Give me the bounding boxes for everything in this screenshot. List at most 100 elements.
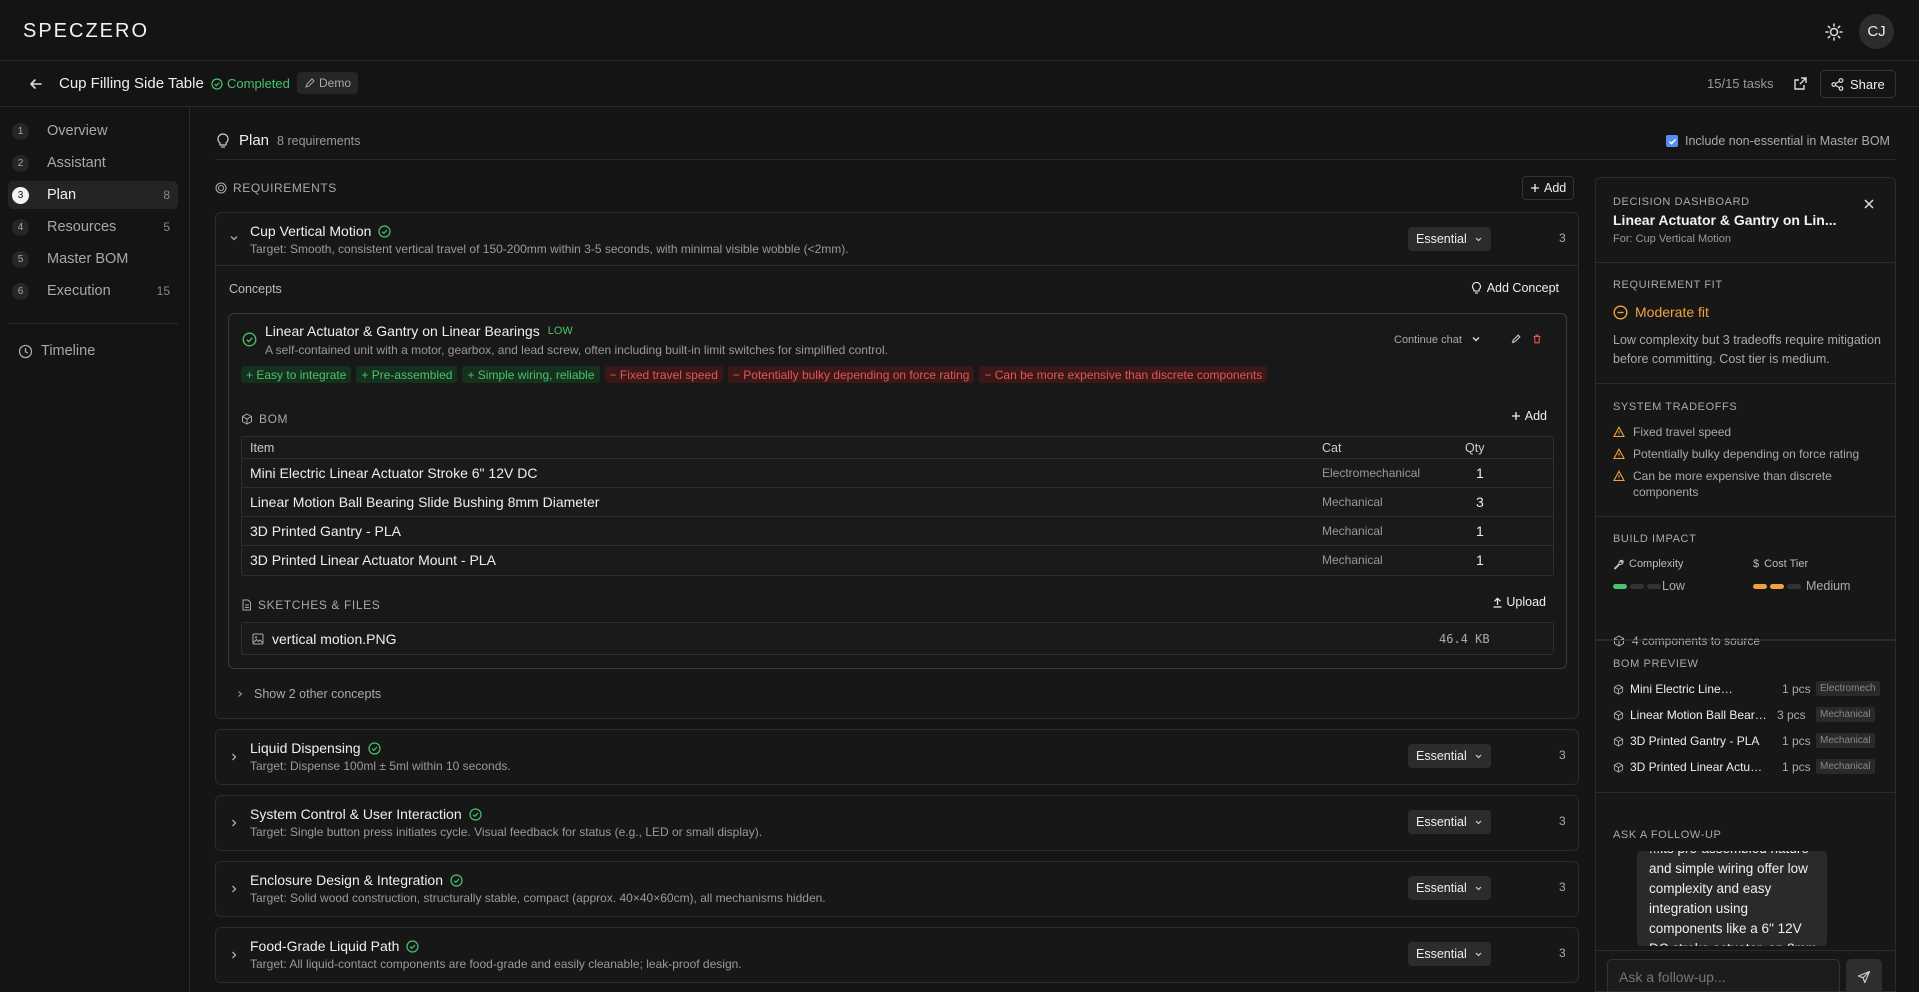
sidebar-item-overview[interactable]: 1 Overview bbox=[8, 117, 178, 145]
check-circle-icon bbox=[211, 77, 223, 90]
priority-select[interactable]: Essential bbox=[1408, 942, 1491, 966]
check-circle-icon bbox=[406, 939, 420, 953]
table-header: Item Cat Qty bbox=[242, 437, 1553, 459]
chevron-down-icon bbox=[1475, 820, 1482, 824]
sidebar-item-assistant[interactable]: 2 Assistant bbox=[8, 149, 178, 177]
chevron-down-icon bbox=[1475, 237, 1482, 241]
meter-segment bbox=[1787, 584, 1801, 589]
add-concept-button[interactable]: Add Concept bbox=[1471, 281, 1559, 295]
sidebar-item-master-bom[interactable]: 5 Master BOM bbox=[8, 245, 178, 273]
cost-tier-label: $ Cost Tier bbox=[1753, 558, 1809, 570]
sidebar-item-execution[interactable]: 6 Execution 15 bbox=[8, 277, 178, 305]
table-row[interactable]: Mini Electric Linear Actuator Stroke 6" … bbox=[242, 459, 1553, 488]
add-requirement-button[interactable]: Add bbox=[1522, 176, 1575, 200]
requirement-card[interactable]: System Control & User Interaction Target… bbox=[215, 795, 1579, 851]
pro-tag: + Pre-assembled bbox=[356, 366, 458, 383]
check-circle-icon bbox=[469, 807, 482, 821]
con-tag: − Fixed travel speed bbox=[604, 366, 723, 383]
concept-count: 3 bbox=[1559, 748, 1566, 762]
priority-select[interactable]: Essential bbox=[1408, 810, 1491, 834]
demo-chip: Demo bbox=[297, 72, 359, 94]
clock-icon bbox=[18, 344, 33, 358]
upload-icon bbox=[1493, 596, 1502, 608]
page-title: Plan bbox=[239, 132, 270, 149]
requirement-card[interactable]: Enclosure Design & Integration Target: S… bbox=[215, 861, 1579, 917]
check-circle-icon bbox=[242, 332, 257, 347]
add-bom-item-button[interactable]: Add bbox=[1511, 409, 1547, 423]
chevron-down-icon bbox=[230, 236, 238, 241]
send-icon bbox=[1857, 970, 1871, 984]
dashboard-title: Linear Actuator & Gantry on Lin... bbox=[1613, 212, 1837, 228]
show-other-concepts[interactable]: Show 2 other concepts bbox=[236, 687, 381, 701]
checkbox[interactable] bbox=[1666, 135, 1678, 147]
edit-icon[interactable] bbox=[1511, 334, 1521, 344]
dashboard-header: DECISION DASHBOARD Linear Actuator & Gan… bbox=[1596, 178, 1895, 263]
bom-preview-item: 3D Printed Linear Actuator Mount - PLA 1… bbox=[1613, 758, 1885, 778]
trash-icon[interactable] bbox=[1532, 334, 1542, 344]
upload-button[interactable]: Upload bbox=[1492, 595, 1546, 609]
chevron-right-icon bbox=[238, 691, 243, 697]
plus-icon bbox=[1531, 184, 1539, 192]
chevron-right-icon bbox=[232, 885, 237, 893]
send-button[interactable] bbox=[1846, 959, 1882, 991]
followup-heading: ASK A FOLLOW-UP bbox=[1613, 829, 1722, 841]
sidebar-item-plan[interactable]: 3 Plan 8 bbox=[8, 181, 178, 209]
table-row[interactable]: 3D Printed Linear Actuator Mount - PLA M… bbox=[242, 546, 1553, 575]
user-avatar[interactable]: CJ bbox=[1859, 14, 1894, 49]
sidebar: 1 Overview 2 Assistant 3 Plan 8 4 Resources 5 … bbox=[0, 107, 190, 992]
back-arrow-icon[interactable] bbox=[28, 76, 44, 92]
sidebar-item-resources[interactable]: 4 Resources 5 bbox=[8, 213, 178, 241]
image-icon bbox=[252, 633, 264, 645]
concept-count: 3 bbox=[1559, 814, 1566, 828]
requirement-card[interactable]: Food-Grade Liquid Path Target: All liqui… bbox=[215, 927, 1579, 983]
dashboard-subtitle: For: Cup Vertical Motion bbox=[1613, 233, 1731, 245]
cost-value: Medium bbox=[1806, 579, 1851, 593]
lightbulb-icon bbox=[217, 132, 229, 148]
build-impact-section: BUILD IMPACT Complexity Low $ Cost Tier … bbox=[1596, 517, 1895, 640]
dollar-icon: $ bbox=[1753, 558, 1760, 570]
check-circle-icon bbox=[378, 224, 392, 238]
pro-tag: + Easy to integrate bbox=[241, 366, 352, 383]
table-row[interactable]: 3D Printed Gantry - PLA Mechanical 1 bbox=[242, 517, 1553, 546]
meter-segment bbox=[1770, 584, 1784, 589]
divider bbox=[1596, 950, 1895, 951]
share-icon bbox=[1831, 77, 1844, 91]
bom-table: Item Cat Qty Mini Electric Linear Actuat… bbox=[241, 436, 1554, 576]
minus-circle-icon bbox=[1613, 304, 1628, 320]
sidebar-item-timeline[interactable]: Timeline bbox=[18, 343, 95, 359]
continue-chat-button[interactable]: Continue chat bbox=[1394, 334, 1462, 346]
priority-select[interactable]: Essential bbox=[1408, 876, 1491, 900]
share-button[interactable]: Share bbox=[1820, 70, 1896, 98]
bom-preview-item: 3D Printed Gantry - PLA 1 pcs Mechanical bbox=[1613, 732, 1885, 752]
requirement-header[interactable]: Cup Vertical Motion Target: Smooth, cons… bbox=[216, 213, 1578, 265]
top-bar: SPECZERO CJ bbox=[0, 0, 1919, 61]
theme-toggle-icon[interactable] bbox=[1823, 21, 1845, 43]
chevron-down-icon[interactable] bbox=[1471, 334, 1481, 344]
requirement-card[interactable]: Liquid Dispensing Target: Dispense 100ml… bbox=[215, 729, 1579, 785]
chevron-down-icon bbox=[1475, 952, 1482, 956]
package-icon bbox=[1613, 762, 1624, 773]
file-item[interactable]: vertical motion.PNG 46.4 KB bbox=[241, 622, 1554, 655]
app-logo[interactable]: SPECZERO bbox=[23, 20, 149, 43]
project-header: Cup Filling Side Table Completed Demo 15… bbox=[0, 62, 1919, 107]
requirement-target: Target: All liquid-contact components ar… bbox=[250, 957, 742, 971]
warning-icon bbox=[1613, 426, 1625, 438]
close-icon[interactable] bbox=[1863, 198, 1875, 210]
sidebar-divider bbox=[8, 323, 178, 324]
table-row[interactable]: Linear Motion Ball Bearing Slide Bushing… bbox=[242, 488, 1553, 517]
priority-select[interactable]: Essential bbox=[1408, 744, 1491, 768]
pro-tag: + Simple wiring, reliable bbox=[462, 366, 600, 383]
tradeoff-item: Potentially bulky depending on force rat… bbox=[1613, 446, 1883, 462]
wrench-icon bbox=[1613, 559, 1624, 570]
followup-input[interactable] bbox=[1607, 959, 1840, 991]
check-circle-icon bbox=[450, 873, 463, 887]
bom-preview-item: Linear Motion Ball Bearing Slide Bushing… bbox=[1613, 706, 1885, 726]
tasks-count: 15/15 tasks bbox=[1707, 76, 1774, 91]
include-non-essential-toggle[interactable]: Include non-essential in Master BOM bbox=[1666, 134, 1890, 148]
priority-select[interactable]: Essential bbox=[1408, 227, 1491, 251]
external-link-icon[interactable] bbox=[1793, 76, 1808, 91]
chevron-right-icon bbox=[232, 819, 237, 827]
decision-dashboard: DECISION DASHBOARD Linear Actuator & Gan… bbox=[1595, 177, 1896, 992]
tradeoff-item: Fixed travel speed bbox=[1613, 424, 1883, 440]
meter-segment bbox=[1630, 584, 1644, 589]
